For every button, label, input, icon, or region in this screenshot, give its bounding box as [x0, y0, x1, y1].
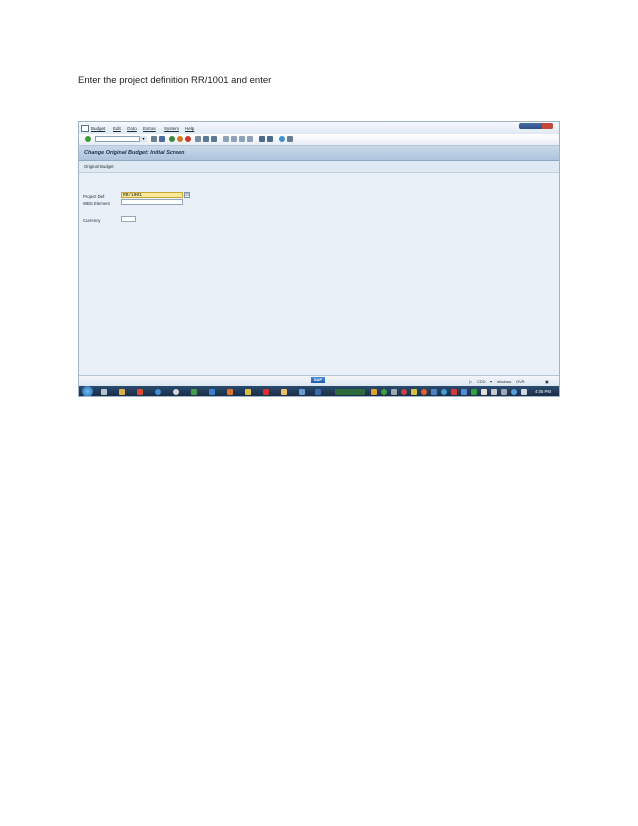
find-icon[interactable]	[203, 136, 209, 142]
currency-label: Currency	[83, 218, 101, 223]
menu-goto[interactable]: Goto	[127, 126, 137, 131]
flag-icon[interactable]	[501, 389, 507, 395]
server-name: sfvuksw	[497, 379, 512, 384]
wbs-element-field[interactable]	[121, 199, 183, 205]
tray-icon[interactable]	[401, 389, 407, 395]
project-def-field[interactable]: RR/1001	[121, 192, 183, 198]
screen-title: Change Original Budget: Initial Screen	[84, 150, 185, 156]
tray-icon[interactable]	[471, 389, 477, 395]
tray-icon[interactable]	[371, 389, 377, 395]
value-help-icon[interactable]: ⊡	[184, 192, 190, 198]
currency-field[interactable]	[121, 216, 136, 222]
folder-icon[interactable]	[119, 389, 125, 395]
menu-bar: Budget Edit Goto Extras System Help	[79, 122, 559, 134]
network-graph-icon	[335, 389, 365, 395]
sap-window-icon[interactable]	[81, 125, 89, 132]
layout-menu-icon[interactable]: ▣	[545, 379, 549, 384]
windows-taskbar: 4:05 PM	[79, 386, 559, 396]
insert-mode[interactable]: OVR	[516, 379, 525, 384]
signal-icon[interactable]	[481, 389, 487, 395]
menu-help[interactable]: Help	[185, 126, 194, 131]
last-page-icon[interactable]	[247, 136, 253, 142]
triangle-icon[interactable]: ▷	[469, 379, 472, 384]
menu-budget[interactable]: Budget	[91, 126, 105, 131]
paint-icon[interactable]	[281, 389, 287, 395]
start-icon[interactable]	[82, 386, 93, 396]
back-icon[interactable]	[169, 136, 175, 142]
save-icon[interactable]	[159, 136, 165, 142]
next-page-icon[interactable]	[239, 136, 245, 142]
chevron-down-icon[interactable]: ▾	[139, 136, 147, 142]
menu-edit[interactable]: Edit	[113, 126, 121, 131]
first-page-icon[interactable]	[223, 136, 229, 142]
taskbar-clock[interactable]: 4:05 PM	[535, 389, 551, 394]
window-controls[interactable]	[519, 123, 553, 129]
office-icon[interactable]	[137, 389, 143, 395]
tray-icon[interactable]	[441, 389, 447, 395]
explorer-icon[interactable]	[101, 389, 107, 395]
new-session-icon[interactable]	[259, 136, 265, 142]
tray-icon[interactable]	[381, 389, 387, 395]
menu-system[interactable]: System	[164, 126, 179, 131]
wbs-element-label: WBS Element	[83, 201, 110, 206]
standard-toolbar: ▾	[79, 134, 559, 146]
application-toolbar: Original Budget	[79, 161, 559, 173]
tray-icon[interactable]	[491, 389, 497, 395]
shortcut-icon[interactable]	[267, 136, 273, 142]
previous-page-icon[interactable]	[231, 136, 237, 142]
network-icon[interactable]	[511, 389, 517, 395]
screen-title-bar: Change Original Budget: Initial Screen	[79, 146, 559, 161]
chevron-down-icon[interactable]: ▾	[490, 379, 492, 384]
browser-icon[interactable]	[155, 389, 161, 395]
chrome-icon[interactable]	[173, 389, 179, 395]
tray-icon[interactable]	[451, 389, 457, 395]
help-icon[interactable]	[279, 136, 285, 142]
tray-icon[interactable]	[461, 389, 467, 395]
tray-icon[interactable]	[411, 389, 417, 395]
system-id[interactable]: CDD	[477, 379, 486, 384]
acrobat-icon[interactable]	[263, 389, 269, 395]
word-icon[interactable]	[209, 389, 215, 395]
sap-screenshot: Budget Edit Goto Extras System Help ▾ Ch…	[78, 121, 560, 397]
volume-icon[interactable]	[521, 389, 527, 395]
menu-extras[interactable]: Extras	[143, 126, 156, 131]
print-icon[interactable]	[195, 136, 201, 142]
instruction-text: Enter the project definition RR/1001 and…	[78, 75, 272, 86]
find-next-icon[interactable]	[211, 136, 217, 142]
layout-icon[interactable]	[287, 136, 293, 142]
close-icon[interactable]	[542, 123, 553, 129]
tray-icon[interactable]	[431, 389, 437, 395]
enter-icon[interactable]	[85, 136, 91, 142]
tray-icon[interactable]	[421, 389, 427, 395]
powerpoint-icon[interactable]	[227, 389, 233, 395]
original-budget-button[interactable]: Original Budget	[84, 164, 114, 169]
project-def-label: Project Def.	[83, 194, 106, 199]
exit-icon[interactable]	[177, 136, 183, 142]
tray-icon[interactable]	[391, 389, 397, 395]
cancel-icon[interactable]	[185, 136, 191, 142]
sap-gui-icon[interactable]	[315, 389, 321, 395]
back-arrow-icon[interactable]	[151, 136, 157, 142]
excel-icon[interactable]	[191, 389, 197, 395]
sap-logon-icon[interactable]	[299, 389, 305, 395]
notes-icon[interactable]	[245, 389, 251, 395]
sap-logo: SAP	[311, 377, 325, 383]
